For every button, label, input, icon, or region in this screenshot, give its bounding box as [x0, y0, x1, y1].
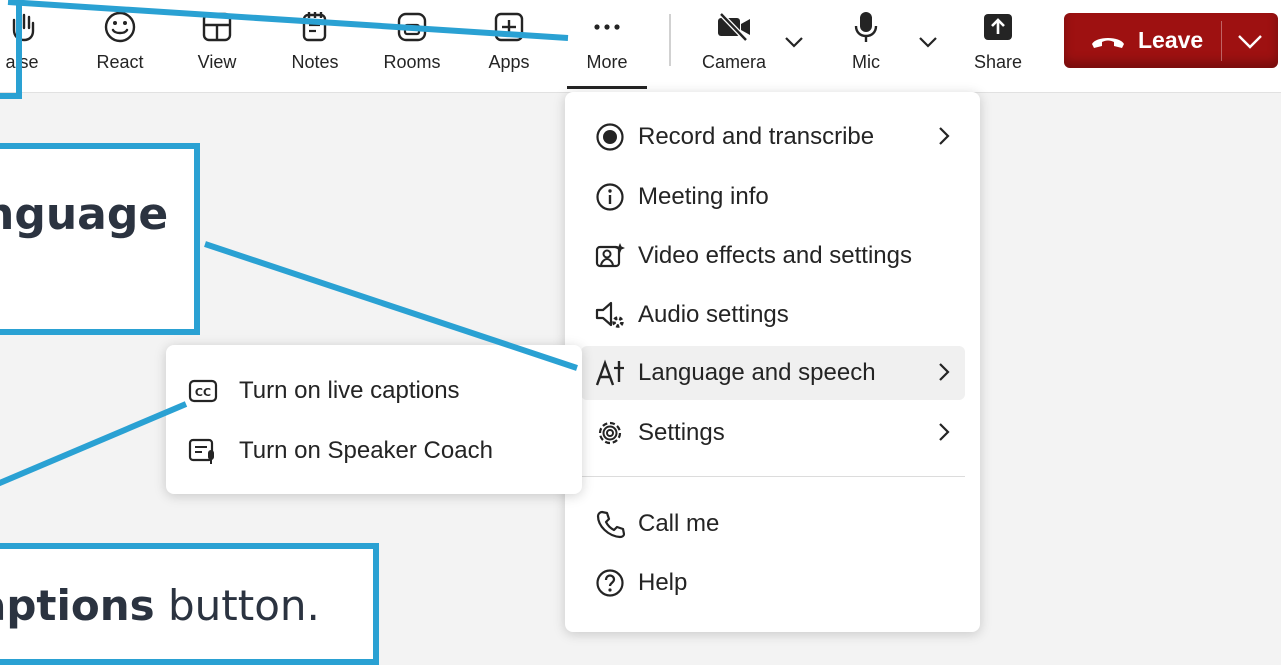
callout-captions-text: aptions button. — [0, 581, 320, 630]
menu-item-audio-settings[interactable]: Audio settings — [581, 288, 965, 342]
svg-text:CC: CC — [195, 386, 211, 399]
more-button[interactable]: More — [567, 0, 647, 92]
speaker-coach-icon — [186, 434, 220, 468]
callout-raise-frame — [0, 0, 22, 99]
menu-item-meeting-info[interactable]: Meeting info — [581, 170, 965, 224]
submenu-item-speaker-coach[interactable]: Turn on Speaker Coach — [186, 426, 566, 476]
menu-item-label: Record and transcribe — [638, 123, 875, 150]
menu-item-label: Meeting info — [638, 183, 769, 210]
chevron-down-icon — [785, 37, 803, 48]
phone-icon — [593, 507, 627, 541]
hang-up-icon — [1090, 32, 1126, 50]
menu-item-language-and-speech[interactable]: Language and speech — [581, 346, 965, 400]
menu-item-label: Help — [638, 569, 688, 596]
pointer-line-captions — [0, 401, 188, 487]
menu-item-settings[interactable]: Settings — [581, 406, 965, 460]
camera-options-chevron[interactable] — [782, 30, 806, 54]
leave-divider — [1221, 21, 1222, 61]
record-icon — [593, 120, 627, 154]
leave-label: Leave — [1138, 27, 1204, 53]
chevron-down-icon — [919, 37, 937, 48]
chevron-right-icon — [937, 125, 951, 154]
video-effects-icon — [593, 239, 627, 273]
camera-label: Camera — [701, 52, 767, 72]
grid-view-icon — [200, 12, 234, 42]
share-button[interactable]: Share — [958, 0, 1038, 92]
callout-captions-box: aptions button. — [0, 543, 379, 665]
submenu-item-label: Turn on Speaker Coach — [239, 437, 493, 464]
smiley-icon — [103, 11, 137, 43]
chevron-right-icon — [937, 421, 951, 450]
rooms-button[interactable]: Rooms — [372, 0, 452, 92]
menu-item-label: Video effects and settings — [638, 242, 912, 269]
ellipsis-icon — [590, 12, 624, 42]
meeting-toolbar: aise React View Notes Rooms Apps More Ca… — [0, 0, 1281, 93]
react-label: React — [96, 52, 144, 72]
leave-button[interactable]: Leave — [1064, 13, 1278, 68]
view-label: View — [197, 52, 237, 72]
language-speech-submenu: CC Turn on live captions Turn on Speaker… — [166, 345, 582, 494]
react-button[interactable]: React — [80, 0, 160, 92]
view-button[interactable]: View — [177, 0, 257, 92]
callout-language-box: nguage — [0, 143, 200, 335]
help-icon — [593, 566, 627, 600]
menu-item-label: Language and speech — [638, 359, 876, 386]
language-icon — [593, 356, 627, 390]
apps-label: Apps — [488, 52, 530, 72]
callout-language-text: nguage — [0, 189, 169, 240]
camera-button[interactable]: Camera — [694, 0, 774, 92]
toolbar-divider — [669, 14, 671, 66]
callout-captions-rest: button. — [154, 581, 320, 630]
menu-item-help[interactable]: Help — [581, 556, 965, 610]
apps-button[interactable]: Apps — [469, 0, 549, 92]
rooms-label: Rooms — [383, 52, 441, 72]
cc-icon: CC — [186, 374, 220, 408]
mic-button[interactable]: Mic — [826, 0, 906, 92]
info-icon — [593, 180, 627, 214]
mic-options-chevron[interactable] — [916, 30, 940, 54]
callout-captions-bold: aptions — [0, 581, 155, 630]
chevron-right-icon — [937, 361, 951, 390]
menu-item-label: Audio settings — [638, 301, 789, 328]
notes-icon — [298, 12, 332, 42]
menu-item-video-effects[interactable]: Video effects and settings — [581, 229, 965, 283]
camera-off-icon — [715, 12, 753, 42]
leave-options-chevron[interactable] — [1236, 27, 1264, 60]
audio-settings-icon — [593, 298, 627, 332]
share-screen-icon — [981, 12, 1015, 42]
menu-item-call-me[interactable]: Call me — [581, 497, 965, 551]
submenu-item-label: Turn on live captions — [239, 377, 460, 404]
more-menu: Record and transcribe Meeting info Video… — [565, 92, 980, 632]
more-active-indicator — [567, 86, 647, 89]
menu-divider — [581, 476, 965, 477]
add-apps-icon — [492, 12, 526, 42]
share-label: Share — [973, 52, 1023, 72]
menu-item-record-and-transcribe[interactable]: Record and transcribe — [581, 110, 965, 164]
rooms-icon — [395, 12, 429, 42]
gear-icon — [593, 416, 627, 450]
menu-item-label: Settings — [638, 419, 725, 446]
microphone-icon — [851, 12, 881, 42]
notes-label: Notes — [291, 52, 339, 72]
submenu-item-live-captions[interactable]: CC Turn on live captions — [186, 366, 566, 416]
chevron-down-icon — [1238, 35, 1262, 49]
notes-button[interactable]: Notes — [275, 0, 355, 92]
menu-item-label: Call me — [638, 510, 720, 537]
mic-label: Mic — [852, 52, 880, 72]
more-label: More — [586, 52, 628, 72]
